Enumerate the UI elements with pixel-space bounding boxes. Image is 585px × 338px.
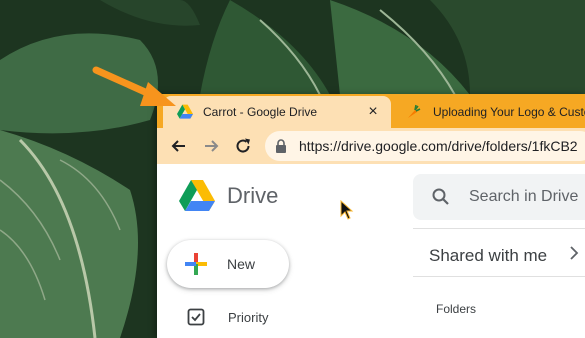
new-button-label: New xyxy=(227,256,256,272)
reload-icon[interactable] xyxy=(233,136,253,156)
chevron-right-icon[interactable] xyxy=(567,244,581,262)
address-bar[interactable]: https://drive.google.com/drive/folders/1… xyxy=(265,131,585,161)
search-input[interactable]: Search in Drive xyxy=(413,174,585,220)
tab-uploading-logo[interactable]: Uploading Your Logo & Custo xyxy=(397,96,585,128)
search-icon xyxy=(432,188,449,205)
priority-checkbox-icon xyxy=(187,308,205,326)
page-title: Shared with me xyxy=(429,246,548,265)
tab-strip: Carrot - Google Drive × Uploading Your L… xyxy=(157,94,585,128)
sidebar-item-label: Priority xyxy=(228,309,269,325)
tab-title: Carrot - Google Drive xyxy=(203,105,318,119)
new-button[interactable]: New xyxy=(167,240,289,288)
google-drive-logo-icon xyxy=(179,180,215,211)
browser-window: Carrot - Google Drive × Uploading Your L… xyxy=(157,94,585,338)
divider xyxy=(413,228,585,229)
annotation-arrow-icon xyxy=(92,66,176,106)
divider xyxy=(413,276,585,277)
plus-icon xyxy=(185,253,207,275)
address-url: https://drive.google.com/drive/folders/1… xyxy=(299,138,578,154)
search-placeholder: Search in Drive xyxy=(469,188,579,205)
browser-toolbar: https://drive.google.com/drive/folders/1… xyxy=(157,128,585,164)
drive-logo-link[interactable]: Drive xyxy=(179,176,278,216)
close-tab-icon[interactable]: × xyxy=(365,104,381,120)
tab-title: Uploading Your Logo & Custo xyxy=(433,105,585,119)
mouse-cursor-icon xyxy=(340,200,354,220)
forward-arrow-icon[interactable] xyxy=(201,136,221,156)
tab-carrot-google-drive[interactable]: Carrot - Google Drive × xyxy=(163,96,391,128)
lock-icon xyxy=(276,139,286,153)
drive-page: Drive Search in Drive New Shared with me xyxy=(157,164,585,338)
folders-heading: Folders xyxy=(436,302,477,316)
carrot-favicon-icon xyxy=(408,104,421,118)
back-arrow-icon[interactable] xyxy=(169,136,189,156)
sidebar-item-priority[interactable]: Priority xyxy=(187,308,268,326)
drive-brand-text: Drive xyxy=(227,183,279,208)
